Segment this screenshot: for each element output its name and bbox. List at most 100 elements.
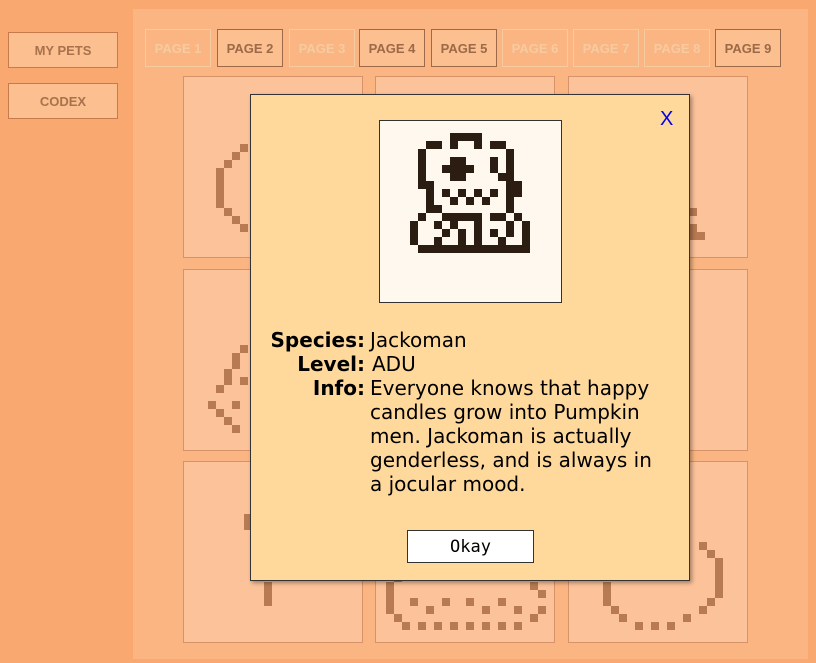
sprite-pixel (450, 173, 458, 181)
sprite-pixel (426, 197, 434, 205)
sprite-pixel (458, 157, 466, 165)
tab-page-3[interactable]: PAGE 3 (289, 29, 355, 67)
tab-page-2[interactable]: PAGE 2 (217, 29, 283, 67)
sprite-pixel (474, 221, 482, 229)
tab-page-7[interactable]: PAGE 7 (573, 29, 639, 67)
okay-button[interactable]: Okay (407, 530, 534, 563)
sprite-pixel (474, 229, 482, 237)
sprite-pixel (458, 229, 466, 237)
sprite-pixel (466, 197, 474, 205)
sprite-pixel (458, 133, 466, 141)
sprite-pixel (450, 245, 458, 253)
sprite-pixel (450, 165, 458, 173)
close-icon[interactable]: X (660, 108, 676, 130)
sprite-pixel (490, 165, 498, 173)
sprite-pixel (458, 173, 466, 181)
sprite-pixel (458, 189, 466, 197)
sprite-pixel (434, 245, 442, 253)
sprite-pixel (466, 133, 474, 141)
sprite-pixel (442, 213, 450, 221)
sprite-pixel (426, 245, 434, 253)
sprite-pixel (418, 157, 426, 165)
sprite-pixel (498, 237, 506, 245)
sprite-pixel (450, 221, 458, 229)
sprite-pixel (490, 157, 498, 165)
sprite-pixel (450, 197, 458, 205)
sprite-pixel (418, 165, 426, 173)
sprite-pixel (474, 245, 482, 253)
sprite-pixel (522, 245, 530, 253)
level-value: ADU (372, 352, 416, 376)
species-value: Jackoman (370, 328, 467, 352)
sprite-pixel (434, 237, 442, 245)
tab-page-1[interactable]: PAGE 1 (145, 29, 211, 67)
sprite-pixel (450, 157, 458, 165)
info-value: Everyone knows that happy candles grow i… (370, 376, 652, 496)
sprite-pixel (426, 141, 434, 149)
tab-page-6[interactable]: PAGE 6 (502, 29, 568, 67)
sprite-pixel (458, 165, 466, 173)
sprite-pixel (490, 213, 498, 221)
sprite-pixel (442, 189, 450, 197)
sprite-pixel (410, 237, 418, 245)
sprite-pixel (418, 181, 426, 189)
sprite-pixel (450, 133, 458, 141)
info-label: Info: (312, 376, 365, 400)
sprite-pixel (490, 229, 498, 237)
sprite-pixel (466, 213, 474, 221)
pet-info-dialog: X Species: Jackoman Level: ADU Info: Eve… (250, 94, 690, 581)
sprite-pixel (506, 149, 514, 157)
tab-page-9[interactable]: PAGE 9 (715, 29, 781, 67)
species-label: Species: (270, 328, 365, 352)
sprite-pixel (514, 245, 522, 253)
sprite-pixel (506, 205, 514, 213)
sprite-pixel (450, 141, 458, 149)
sprite-pixel (482, 245, 490, 253)
sprite-pixel (434, 205, 442, 213)
sprite-pixel (474, 133, 482, 141)
sprite-pixel (506, 181, 514, 189)
tab-page-8[interactable]: PAGE 8 (644, 29, 710, 67)
jackoman-sprite-icon (410, 133, 530, 253)
sprite-pixel (506, 229, 514, 237)
sprite-pixel (498, 213, 506, 221)
tab-page-4[interactable]: PAGE 4 (359, 29, 425, 67)
sprite-pixel (506, 165, 514, 173)
sprite-pixel (522, 237, 530, 245)
sprite-pixel (522, 229, 530, 237)
codex-button[interactable]: CODEX (8, 83, 118, 119)
sprite-pixel (466, 165, 474, 173)
sprite-pixel (442, 229, 450, 237)
sprite-pixel (506, 197, 514, 205)
sprite-pixel (418, 173, 426, 181)
sprite-pixel (498, 173, 506, 181)
sprite-pixel (482, 197, 490, 205)
sprite-pixel (506, 221, 514, 229)
sprite-pixel (514, 181, 522, 189)
sprite-pixel (450, 213, 458, 221)
sprite-pixel (426, 181, 434, 189)
sprite-pixel (490, 189, 498, 197)
sprite-pixel (418, 245, 426, 253)
pet-portrait (379, 120, 562, 303)
sprite-pixel (458, 213, 466, 221)
my-pets-button[interactable]: MY PETS (8, 32, 118, 68)
sprite-pixel (474, 237, 482, 245)
sprite-pixel (498, 141, 506, 149)
sprite-pixel (426, 205, 434, 213)
sprite-pixel (514, 189, 522, 197)
sprite-pixel (410, 229, 418, 237)
sprite-pixel (458, 237, 466, 245)
sprite-pixel (418, 149, 426, 157)
sprite-pixel (426, 189, 434, 197)
sprite-pixel (506, 157, 514, 165)
tab-page-5[interactable]: PAGE 5 (431, 29, 497, 67)
sprite-pixel (514, 213, 522, 221)
sprite-pixel (466, 245, 474, 253)
sprite-pixel (474, 213, 482, 221)
sprite-pixel (458, 245, 466, 253)
sprite-pixel (418, 213, 426, 221)
sprite-pixel (434, 141, 442, 149)
sprite-pixel (490, 245, 498, 253)
sprite-pixel (506, 245, 514, 253)
